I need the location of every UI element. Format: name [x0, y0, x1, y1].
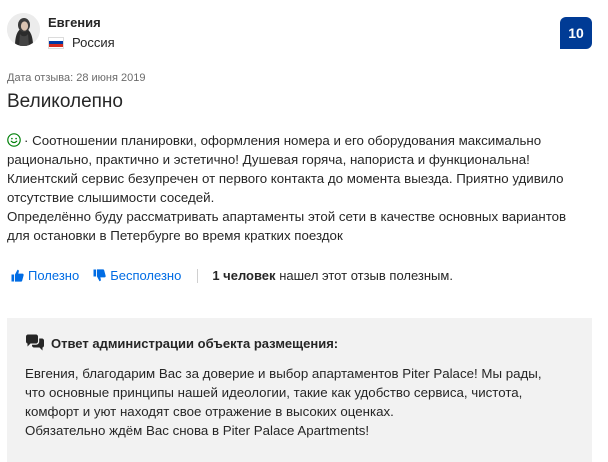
country-name: Россия	[72, 35, 115, 50]
response-line: комфорт и уют находят свое отражение в в…	[25, 404, 394, 419]
helpful-count-number: 1 человек	[212, 268, 276, 283]
response-line: Евгения, благодарим Вас за доверие и выб…	[25, 366, 542, 381]
smile-icon	[7, 133, 21, 147]
review-date: Дата отзыва: 28 июня 2019	[7, 72, 146, 84]
response-text: Евгения, благодарим Вас за доверие и выб…	[25, 364, 542, 440]
helpful-label: Полезно	[28, 268, 80, 283]
helpful-count: 1 человек нашел этот отзыв полезным.	[212, 268, 453, 283]
response-line: Обязательно ждём Вас снова в Piter Palac…	[25, 423, 370, 438]
reviewer-country: Россия	[48, 35, 115, 50]
russia-flag-icon	[48, 36, 64, 49]
review-line-text: · Соотношении планировки, оформления ном…	[24, 133, 542, 148]
review-line: рационально, практично и эстетично! Душе…	[7, 152, 530, 167]
avatar-photo	[7, 13, 40, 46]
thumbs-up-icon	[11, 269, 24, 282]
review-line: для остановки в Петербурге во время крат…	[7, 228, 343, 243]
property-response: Ответ администрации объекта размещения: …	[7, 318, 592, 462]
review-title: Великолепно	[7, 91, 123, 112]
helpful-count-text: нашел этот отзыв полезным.	[279, 268, 453, 283]
response-line: что основные принципы нашей идеологии, т…	[25, 385, 523, 400]
review-score-badge: 10	[560, 17, 592, 49]
review-votes: Полезно Бесполезно 1 человек нашел этот …	[11, 268, 453, 283]
review-line: отсутствие слышимости соседей.	[7, 190, 215, 205]
helpful-button[interactable]: Полезно	[11, 268, 79, 283]
not-helpful-button[interactable]: Бесполезно	[93, 268, 181, 283]
thumbs-down-icon	[93, 269, 106, 282]
speech-bubbles-icon	[26, 334, 44, 351]
review-line: Определённо буду рассматривать апартамен…	[7, 209, 567, 224]
response-title: Ответ администрации объекта размещения:	[51, 335, 339, 351]
not-helpful-label: Бесполезно	[110, 268, 182, 283]
reviewer-avatar	[7, 13, 40, 46]
review-line: Клиентский сервис безупречен от первого …	[7, 171, 564, 186]
vote-divider	[197, 268, 199, 283]
review-positive-text: · Соотношении планировки, оформления ном…	[7, 131, 597, 245]
flag-stripe-red	[49, 44, 63, 48]
review-line: · Соотношении планировки, оформления ном…	[7, 131, 597, 150]
response-header: Ответ администрации объекта размещения:	[25, 334, 338, 352]
reviewer-name: Евгения	[48, 15, 101, 30]
